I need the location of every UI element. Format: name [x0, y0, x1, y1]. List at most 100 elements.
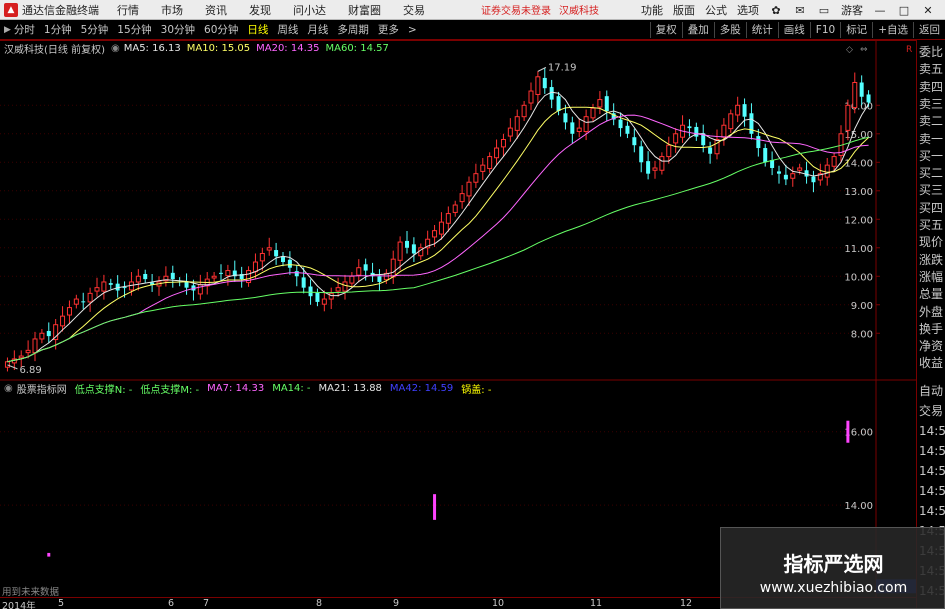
- quote-label[interactable]: 委比: [919, 44, 943, 60]
- menu-shichang[interactable]: 市场: [161, 2, 183, 18]
- quote-label[interactable]: 卖四: [919, 79, 943, 95]
- top-menubar: ▲ 通达信金融终端 行情 市场 资讯 发现 问小达 财富圈 交易 证券交易未登录…: [0, 0, 945, 20]
- btn-huaxian[interactable]: 画线: [777, 22, 810, 38]
- minimize-icon[interactable]: —: [873, 3, 887, 17]
- expand-icon: ⇔: [860, 45, 868, 55]
- period-fenshi[interactable]: 分时: [14, 22, 35, 37]
- menu-xuanxiang[interactable]: 选项: [737, 2, 759, 18]
- quote-time-label[interactable]: 交易: [919, 403, 943, 419]
- candle-down: [632, 137, 637, 146]
- quote-label[interactable]: 收益: [919, 355, 943, 371]
- quote-label[interactable]: 买五: [919, 217, 943, 233]
- quote-label[interactable]: 买一: [919, 148, 943, 164]
- period-multi[interactable]: 多周期: [337, 22, 369, 37]
- menu-caifuquan[interactable]: 财富圈: [348, 2, 381, 18]
- quote-label[interactable]: 换手: [919, 321, 943, 337]
- period-weekly[interactable]: 周线: [277, 22, 298, 37]
- menu-wenxiaoda[interactable]: 问小达: [293, 2, 326, 18]
- quote-label[interactable]: 买四: [919, 200, 943, 216]
- period-60min[interactable]: 60分钟: [204, 22, 238, 37]
- quote-label[interactable]: 净资: [919, 338, 943, 354]
- menu-faxian[interactable]: 发现: [249, 2, 271, 18]
- quote-label[interactable]: 卖二: [919, 113, 943, 129]
- current-stock-name: 汉威科技: [559, 6, 599, 17]
- settings-circle-icon[interactable]: ◉: [111, 43, 120, 54]
- date-tick: 11: [590, 598, 603, 609]
- close-icon[interactable]: ✕: [921, 3, 935, 17]
- candle-down: [694, 126, 699, 137]
- quote-label[interactable]: 卖五: [919, 61, 943, 77]
- low-label: 6.89: [19, 365, 41, 376]
- date-tick: 8: [316, 598, 323, 609]
- quote-label[interactable]: 涨跌: [919, 252, 943, 268]
- btn-zixuan[interactable]: +自选: [872, 22, 913, 38]
- btn-duogu[interactable]: 多股: [713, 22, 746, 38]
- menu-banmian[interactable]: 版面: [673, 2, 695, 18]
- candle-up: [721, 124, 727, 138]
- r-marker: R: [906, 45, 912, 55]
- candle-up: [666, 144, 672, 158]
- candle-down: [301, 277, 306, 288]
- menu-gongshi[interactable]: 公式: [705, 2, 727, 18]
- quote-time-label[interactable]: 14:50: [919, 423, 945, 439]
- quote-label[interactable]: 买二: [919, 165, 943, 181]
- quote-time-label[interactable]: 14:50: [919, 483, 945, 499]
- candle-up: [342, 281, 348, 292]
- watermark-title: 指标严选网: [783, 552, 884, 576]
- quote-label[interactable]: 外盘: [919, 304, 943, 320]
- trade-login-notice[interactable]: 证券交易未登录: [481, 2, 551, 17]
- maximize-icon[interactable]: □: [897, 3, 911, 17]
- period-daily[interactable]: 日线: [247, 22, 268, 37]
- future-data-notice: 用到未来数据: [2, 587, 60, 598]
- menu-gongneng[interactable]: 功能: [641, 2, 663, 18]
- quote-label[interactable]: 卖一: [919, 131, 943, 147]
- message-icon[interactable]: ✉: [793, 3, 807, 17]
- quote-label[interactable]: 买三: [919, 182, 943, 198]
- btn-f10[interactable]: F10: [809, 22, 840, 38]
- candle-down: [294, 271, 299, 277]
- candle-up: [466, 181, 472, 197]
- candle-up: [845, 104, 851, 131]
- period-more[interactable]: 更多: [378, 22, 399, 37]
- candle-up: [211, 275, 217, 279]
- candle-down: [46, 330, 51, 337]
- period-5min[interactable]: 5分钟: [81, 22, 109, 37]
- user-label[interactable]: 游客: [841, 2, 863, 18]
- menu-hangqing[interactable]: 行情: [117, 2, 139, 18]
- candle-down: [625, 125, 630, 134]
- btn-fanhui[interactable]: 返回: [913, 22, 945, 38]
- candle-up: [590, 107, 596, 119]
- period-15min[interactable]: 15分钟: [117, 22, 151, 37]
- quote-label[interactable]: 卖三: [919, 96, 943, 112]
- candle-up: [135, 275, 141, 283]
- sub-item-guogai: 锅盖: -: [461, 384, 492, 396]
- quote-label[interactable]: 现价: [919, 234, 943, 250]
- quote-label[interactable]: 涨幅: [919, 269, 943, 285]
- quote-time-label[interactable]: 自动: [919, 383, 943, 399]
- period-1min[interactable]: 1分钟: [44, 22, 72, 37]
- candle-up: [73, 298, 79, 305]
- candle-up: [487, 156, 493, 170]
- quote-time-label[interactable]: 14:50: [919, 443, 945, 459]
- play-icon[interactable]: ▶: [4, 25, 11, 35]
- date-tick: 5: [58, 598, 65, 609]
- period-30min[interactable]: 30分钟: [161, 22, 195, 37]
- more-chevron-icon[interactable]: >: [408, 24, 417, 36]
- menu-jiaoyi[interactable]: 交易: [403, 2, 425, 18]
- sub-signal-bar: [47, 552, 51, 557]
- quote-time-label[interactable]: 14:50: [919, 463, 945, 479]
- quote-time-label[interactable]: 14:50: [919, 503, 945, 519]
- indicator-settings-icon[interactable]: ◉: [4, 383, 13, 394]
- btn-biaoji[interactable]: 标记: [840, 22, 872, 38]
- date-tick: 9: [393, 598, 400, 609]
- menu-zixun[interactable]: 资讯: [205, 2, 227, 18]
- skin-icon[interactable]: ✿: [769, 3, 783, 17]
- period-monthly[interactable]: 月线: [307, 22, 328, 37]
- btn-tongji[interactable]: 统计: [745, 22, 778, 38]
- quote-label[interactable]: 总量: [919, 286, 943, 302]
- kline-chart[interactable]: 16.0015.0014.0013.0012.0011.0010.009.008…: [0, 40, 916, 597]
- btn-fuquan[interactable]: 复权: [649, 22, 682, 38]
- window-icon[interactable]: ▭: [817, 3, 831, 17]
- btn-diejia[interactable]: 叠加: [681, 22, 714, 38]
- candle-up: [673, 133, 679, 144]
